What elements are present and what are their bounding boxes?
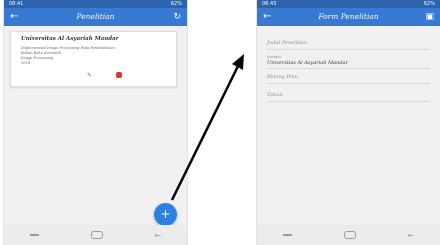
penelitian-list-screen: 08.41 62% ← Penelitian ↻ Universitas Al … [3,0,188,245]
add-button[interactable]: + [154,203,177,226]
card-year: 2018 [21,61,31,65]
instansi-value: Universitas Al Asyariah Mandar [267,60,348,66]
card-field: Image Processing [21,56,54,60]
refresh-icon[interactable]: ↻ [173,10,181,24]
status-time: 08.43 [262,1,277,7]
app-bar: ← Penelitian ↻ [4,8,187,26]
card-title: Universitas Al Asyariah Mandar [21,36,119,42]
status-battery: 62% [423,1,435,7]
recent-icon[interactable] [282,234,292,236]
penelitian-card[interactable]: Universitas Al Asyariah Mandar Implement… [10,31,177,87]
instansi-field[interactable]: Instansi Universitas Al Asyariah Mandar [267,54,430,69]
card-research-title-cont: Bahan Baku Kosmetik [21,51,62,55]
judul-penelitian-field[interactable]: Judul Penelitian [267,38,430,50]
page-title: Form Penelitian [318,12,379,21]
form-penelitian-screen: 08.43 62% ← Form Penelitian ▣ Judul Pene… [256,0,440,245]
home-icon[interactable] [90,231,103,239]
back-icon[interactable]: ← [154,231,161,240]
page-title: Penelitian [76,12,115,21]
instansi-label: Instansi [267,55,282,59]
status-battery: 62% [170,1,182,7]
tahun-field[interactable]: Tahun [267,90,430,102]
system-nav-bar: ← [4,225,187,245]
home-icon[interactable] [343,231,356,239]
card-research-title: Implementasi Image Processing Pada Pende… [21,46,115,50]
recent-icon[interactable] [29,234,39,236]
trash-icon[interactable] [116,72,122,78]
status-bar: 08.43 62% [257,0,440,8]
app-bar: ← Form Penelitian ▣ [257,8,440,26]
judul-penelitian-label: Judul Penelitian [267,40,308,46]
bidang-ilmu-label: Bidang Ilmu [267,74,299,80]
back-icon[interactable]: ← [407,231,414,240]
tahun-label: Tahun [267,92,283,98]
status-time: 08.41 [9,1,24,7]
system-nav-bar: ← [257,225,440,245]
pencil-icon[interactable]: ✎ [87,72,92,79]
save-icon[interactable]: ▣ [425,10,434,24]
status-bar: 08.41 62% [4,0,187,8]
bidang-ilmu-field[interactable]: Bidang Ilmu [267,72,430,84]
